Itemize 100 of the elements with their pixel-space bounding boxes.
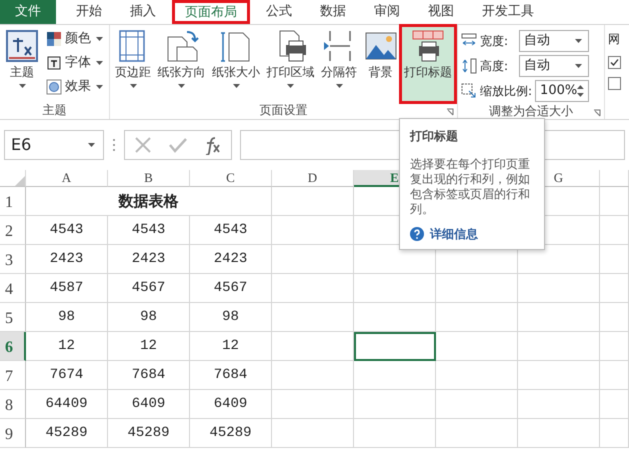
table-cell[interactable]	[272, 245, 354, 274]
table-cell[interactable]	[272, 216, 354, 245]
column-header[interactable]: D	[272, 170, 354, 187]
name-box[interactable]: E6	[4, 130, 104, 160]
table-cell[interactable]	[436, 332, 518, 361]
table-cell[interactable]: 98	[26, 303, 108, 332]
theme-option-button[interactable]: 效果	[44, 75, 107, 99]
ribbon-button[interactable]: 纸张大小	[210, 27, 262, 101]
table-cell[interactable]: 4567	[108, 274, 190, 303]
dropdown-field[interactable]: 自动	[519, 55, 590, 77]
table-cell[interactable]	[354, 419, 436, 448]
table-cell[interactable]: 4543	[108, 216, 190, 245]
table-cell[interactable]	[272, 187, 354, 216]
table-cell[interactable]: 4543	[190, 216, 272, 245]
table-cell[interactable]	[518, 361, 600, 390]
table-cell[interactable]: 6409	[108, 390, 190, 419]
row-header[interactable]: 1	[0, 187, 26, 216]
ribbon-button[interactable]: 分隔符	[319, 27, 359, 101]
ribbon-tab[interactable]: 页面布局	[172, 0, 250, 24]
ribbon-tab[interactable]: 开始	[64, 0, 114, 24]
table-cell[interactable]	[436, 419, 518, 448]
ribbon-button[interactable]: 打印标题	[402, 27, 454, 101]
table-cell[interactable]	[518, 419, 600, 448]
table-cell[interactable]: 12	[26, 332, 108, 361]
table-cell[interactable]	[436, 274, 518, 303]
table-cell[interactable]	[600, 245, 629, 274]
ribbon-tab[interactable]: 公式	[254, 0, 304, 24]
themes-button[interactable]: 主题	[3, 27, 41, 101]
table-cell[interactable]: 12	[108, 332, 190, 361]
ribbon-button[interactable]: 打印区域	[264, 27, 316, 101]
table-cell[interactable]: 2423	[190, 245, 272, 274]
table-cell[interactable]	[272, 361, 354, 390]
cancel-icon[interactable]	[132, 135, 153, 155]
table-cell[interactable]	[600, 361, 629, 390]
row-header[interactable]: 9	[0, 419, 26, 448]
dropdown-field[interactable]: 自动	[519, 30, 590, 52]
table-cell[interactable]	[600, 274, 629, 303]
spin-field[interactable]: 100%	[535, 80, 590, 102]
table-cell[interactable]	[354, 390, 436, 419]
row-header[interactable]: 3	[0, 245, 26, 274]
table-cell[interactable]: 45289	[190, 419, 272, 448]
launcher-icon[interactable]	[593, 109, 601, 117]
table-cell[interactable]: 45289	[108, 419, 190, 448]
table-cell[interactable]	[354, 274, 436, 303]
column-header[interactable]: B	[108, 170, 190, 187]
table-cell[interactable]	[436, 303, 518, 332]
table-cell[interactable]	[354, 361, 436, 390]
column-header[interactable]: A	[26, 170, 108, 187]
ribbon-button[interactable]: 页边距	[113, 27, 153, 101]
checkbox[interactable]	[608, 56, 621, 69]
table-cell[interactable]	[600, 390, 629, 419]
ribbon-tab[interactable]: 数据	[308, 0, 358, 24]
table-cell[interactable]: 2423	[108, 245, 190, 274]
table-cell[interactable]	[354, 303, 436, 332]
table-cell[interactable]: 4543	[26, 216, 108, 245]
table-cell[interactable]: 64409	[26, 390, 108, 419]
checkbox[interactable]	[608, 77, 621, 90]
row-header[interactable]: 2	[0, 216, 26, 245]
row-header[interactable]: 8	[0, 390, 26, 419]
table-cell[interactable]	[436, 361, 518, 390]
ribbon-tab[interactable]: 插入	[118, 0, 168, 24]
table-cell[interactable]	[436, 390, 518, 419]
ribbon-tab[interactable]: 视图	[416, 0, 466, 24]
table-cell[interactable]: 2423	[26, 245, 108, 274]
table-cell[interactable]	[518, 332, 600, 361]
ribbon-tab[interactable]: 审阅	[362, 0, 412, 24]
row-header[interactable]: 4	[0, 274, 26, 303]
file-tab[interactable]: 文件	[0, 0, 56, 24]
launcher-icon[interactable]	[446, 108, 454, 116]
table-cell[interactable]: 7674	[26, 361, 108, 390]
table-cell[interactable]	[518, 390, 600, 419]
table-cell[interactable]: 7684	[108, 361, 190, 390]
table-cell[interactable]: 4567	[190, 274, 272, 303]
theme-option-button[interactable]: 颜色	[44, 27, 107, 51]
column-header[interactable]	[600, 170, 629, 187]
table-cell[interactable]	[600, 216, 629, 245]
ribbon-button[interactable]: 纸张方向	[156, 27, 208, 101]
row-header[interactable]: 7	[0, 361, 26, 390]
table-cell[interactable]	[272, 274, 354, 303]
table-cell[interactable]	[272, 303, 354, 332]
table-cell[interactable]	[600, 303, 629, 332]
table-cell[interactable]	[600, 419, 629, 448]
table-cell[interactable]: 98	[108, 303, 190, 332]
table-cell[interactable]	[272, 390, 354, 419]
table-cell[interactable]	[600, 187, 629, 216]
active-cell[interactable]	[354, 332, 436, 361]
ribbon-button[interactable]: 背景	[362, 27, 400, 101]
table-cell[interactable]	[600, 332, 629, 361]
row-header[interactable]: 6	[0, 332, 26, 361]
theme-option-button[interactable]: 字体	[44, 51, 107, 75]
table-cell[interactable]: 98	[190, 303, 272, 332]
help-link[interactable]: 详细信息	[430, 225, 478, 243]
table-cell[interactable]	[272, 419, 354, 448]
table-cell[interactable]	[518, 303, 600, 332]
table-cell[interactable]: 12	[190, 332, 272, 361]
table-cell[interactable]: 45289	[26, 419, 108, 448]
column-header[interactable]: C	[190, 170, 272, 187]
table-cell[interactable]: 7684	[190, 361, 272, 390]
table-cell[interactable]: 4587	[26, 274, 108, 303]
table-cell[interactable]	[518, 274, 600, 303]
